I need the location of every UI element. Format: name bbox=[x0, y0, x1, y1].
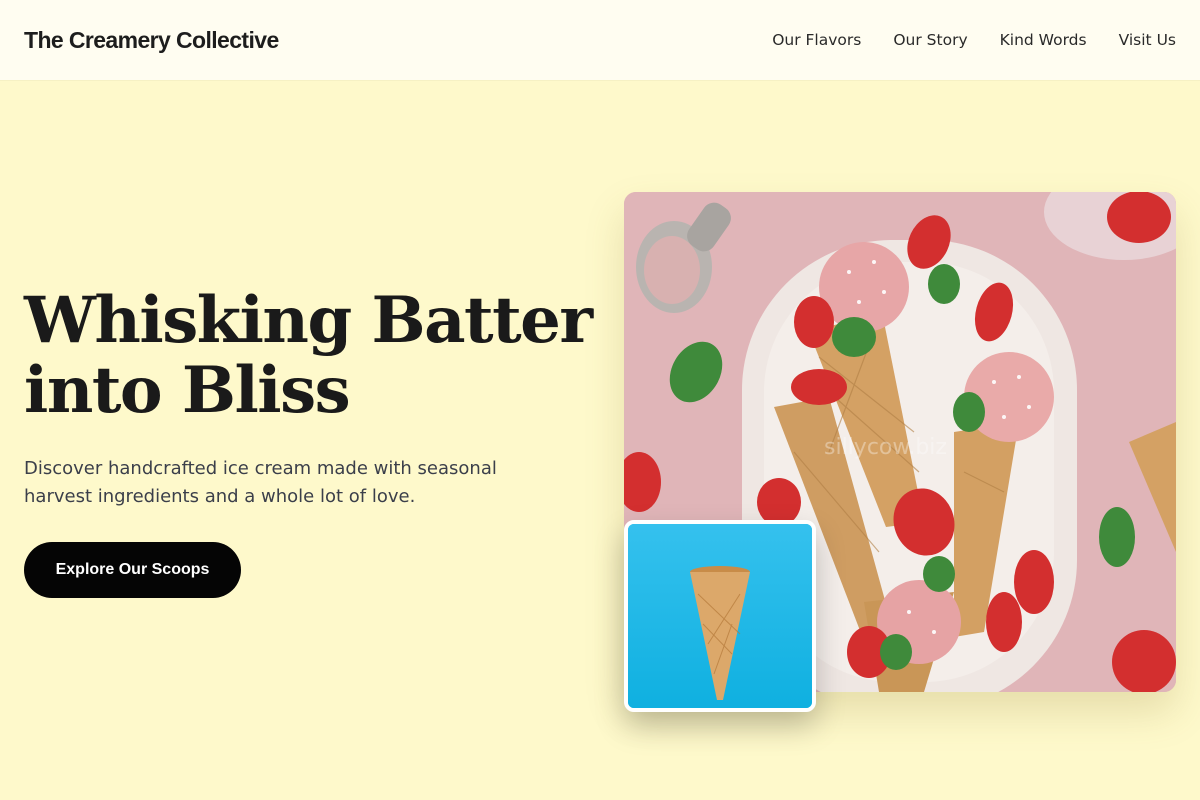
hero-description: Discover handcrafted ice cream made with… bbox=[24, 458, 497, 507]
hero-title-line-1: Whisking Batter bbox=[24, 283, 593, 358]
explore-scoops-button[interactable]: Explore Our Scoops bbox=[24, 542, 241, 598]
waffle-cone-photo bbox=[628, 524, 812, 708]
nav-link-flavors[interactable]: Our Flavors bbox=[772, 31, 861, 49]
nav-link-visit[interactable]: Visit Us bbox=[1119, 31, 1176, 49]
main-nav: Our Flavors Our Story Kind Words Visit U… bbox=[772, 31, 1176, 49]
nav-link-kind-words[interactable]: Kind Words bbox=[1000, 31, 1087, 49]
brand-logo[interactable]: The Creamery Collective bbox=[24, 27, 279, 54]
hero-title-line-2: into Bliss bbox=[24, 353, 351, 428]
hero-thumbnail-image bbox=[624, 520, 816, 712]
hero-title: Whisking Batter into Bliss bbox=[24, 286, 604, 426]
image-watermark: sillycow.biz bbox=[824, 435, 947, 460]
site-header: The Creamery Collective Our Flavors Our … bbox=[0, 0, 1200, 80]
nav-link-story[interactable]: Our Story bbox=[893, 31, 967, 49]
